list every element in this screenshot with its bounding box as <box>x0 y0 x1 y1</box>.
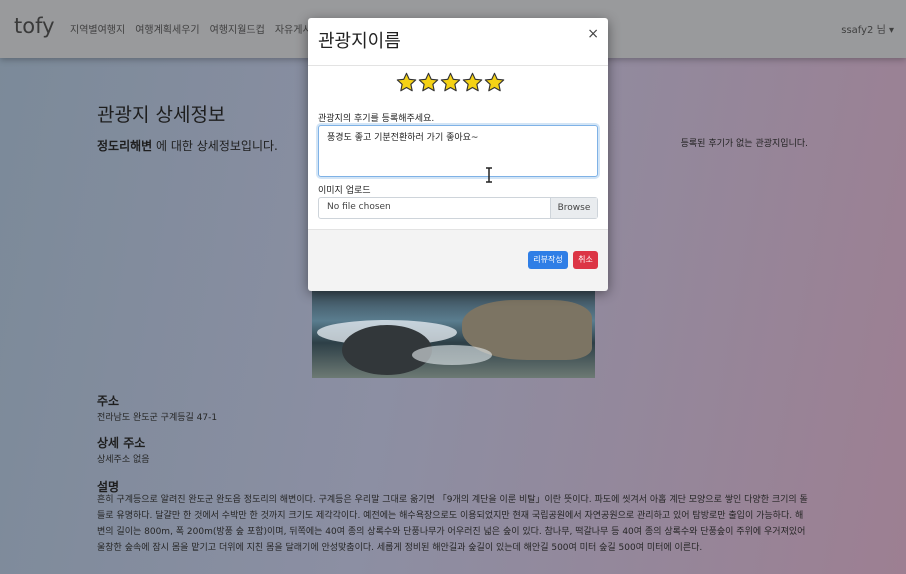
cancel-button[interactable]: 취소 <box>573 251 598 269</box>
text-cursor-icon <box>486 167 492 183</box>
nav-link-regions[interactable]: 지역별여행지 <box>70 21 125 36</box>
star-icon[interactable] <box>396 72 417 93</box>
star-icon[interactable] <box>418 72 439 93</box>
file-input[interactable]: No file chosen Browse <box>318 197 598 219</box>
nav-link-plan[interactable]: 여행계획세우기 <box>135 21 199 36</box>
review-textarea[interactable]: 풍경도 좋고 기분전환하러 가기 좋아요~ <box>318 125 598 177</box>
modal-header: 관광지이름 × <box>308 18 608 66</box>
nav-links: 지역별여행지 여행계획세우기 여행지월드컵 자유게시판 <box>70 21 321 36</box>
page-subtitle: 정도리해변 에 대한 상세정보입니다. <box>97 137 278 154</box>
star-icon[interactable] <box>440 72 461 93</box>
detail-address-value: 상세주소 없음 <box>97 455 150 465</box>
modal-footer: 리뷰작성 취소 <box>308 229 608 291</box>
brand-logo[interactable]: tofy <box>14 14 55 38</box>
place-name: 정도리해변 <box>97 139 153 153</box>
user-menu[interactable]: ssafy2 님 ▾ <box>841 21 894 36</box>
review-modal: 관광지이름 × 관광지의 후기를 등록해주세요. 풍경도 좋고 기분전환하러 가… <box>308 18 608 291</box>
file-placeholder: No file chosen <box>327 202 391 212</box>
upload-label: 이미지 업로드 <box>318 186 371 196</box>
address-heading: 주소 <box>97 394 120 408</box>
page-title: 관광지 상세정보 <box>97 104 226 126</box>
close-icon[interactable]: × <box>587 26 599 42</box>
address-value: 전라남도 완도군 구계등길 47-1 <box>97 413 218 423</box>
browse-button[interactable]: Browse <box>550 198 597 218</box>
modal-title: 관광지이름 <box>318 31 401 52</box>
place-photo <box>312 290 595 378</box>
star-icon[interactable] <box>462 72 483 93</box>
nav-link-worldcup[interactable]: 여행지월드컵 <box>210 21 265 36</box>
description-text: 흔히 구계등으로 알려진 완도군 완도읍 정도리의 해변이다. 구계등은 우리말… <box>97 495 808 553</box>
detail-address-heading: 상세 주소 <box>97 436 146 450</box>
submit-review-button[interactable]: 리뷰작성 <box>528 251 568 269</box>
no-review-notice: 등록된 후기가 없는 관광지입니다. <box>680 139 808 149</box>
review-label: 관광지의 후기를 등록해주세요. <box>318 114 435 124</box>
star-icon[interactable] <box>484 72 505 93</box>
subtitle-suffix: 에 대한 상세정보입니다. <box>152 139 278 153</box>
star-rating[interactable] <box>396 72 505 93</box>
